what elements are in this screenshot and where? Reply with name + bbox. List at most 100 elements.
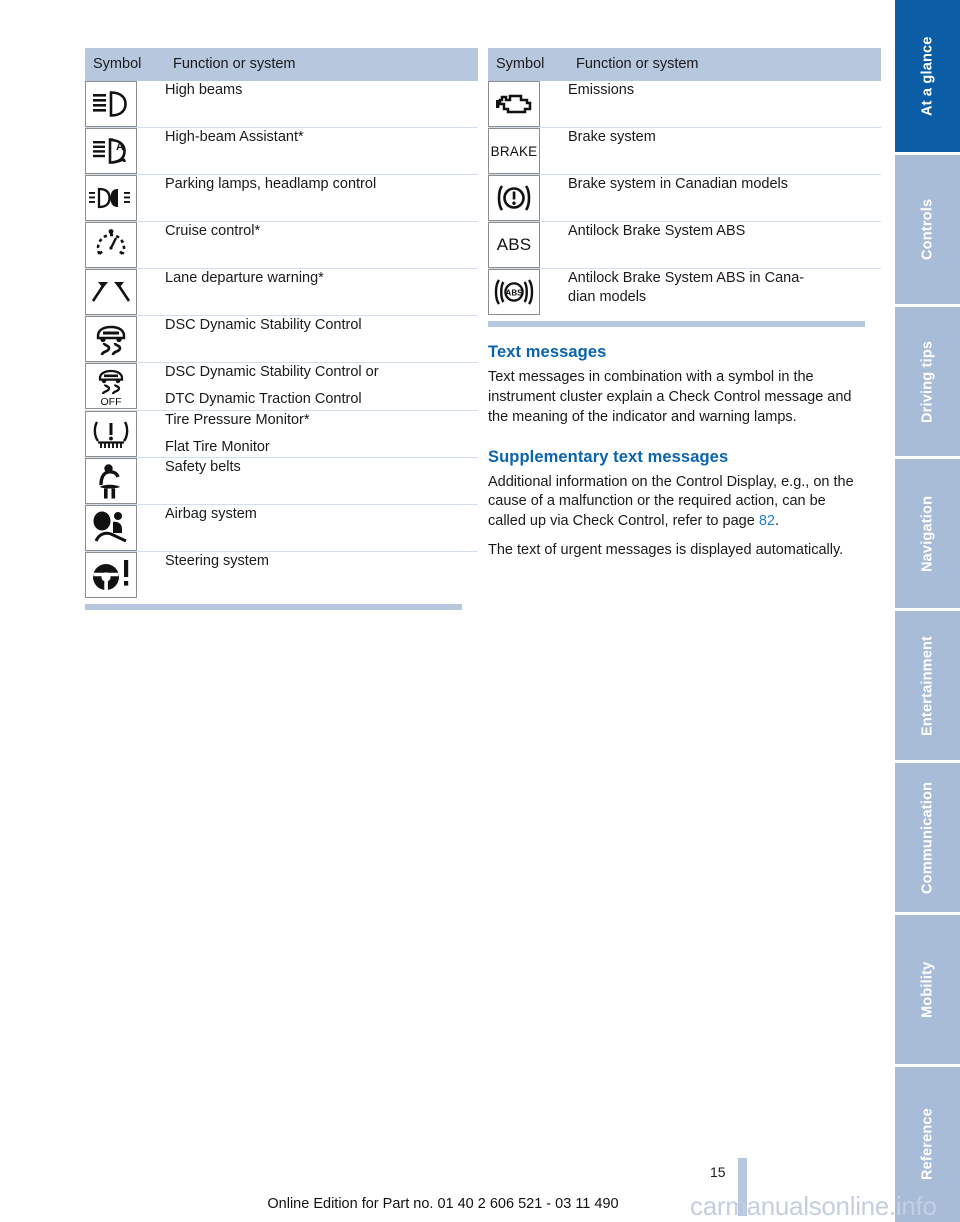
page-reference-link[interactable]: 82 [759,513,775,529]
table-row: Tire Pressure Monitor* Flat Tire Monitor [85,409,478,458]
paragraph-text-messages: Text messages in combination with a symb… [488,369,852,425]
paragraph-urgent-messages: The text of urgent messages is displayed… [488,542,844,559]
abs-icon-text: ABS [496,235,532,254]
table-row: Airbag system [85,504,478,552]
manual-page: Symbol Function or system High beams A H… [0,0,960,1222]
symbol-cell [85,315,165,363]
steering-system-icon [85,552,137,599]
table-row: Cruise control* [85,221,478,269]
tab-driving-tips[interactable]: Driving tips [895,307,960,459]
row-label: Safety belts [165,459,241,476]
function-cell: DSC Dynamic Stability Control or DTC Dyn… [165,362,478,411]
tab-mobility[interactable]: Mobility [895,915,960,1067]
symbol-cell: ABS [488,221,568,269]
row-label: DSC Dynamic Stability Control or [165,364,379,380]
row-label: Antilock Brake System ABS [568,223,746,239]
row-label: Emissions [568,82,635,98]
section-heading-text-messages: Text messages [488,343,607,361]
row-label: Brake system [568,129,656,145]
function-cell: Brake system [568,127,881,175]
row-label: DSC Dynamic Stability Control [165,317,362,333]
brake-icon-text: BRAKE [490,143,538,159]
symbol-cell [488,174,568,222]
tab-label: Navigation [919,495,936,572]
tab-label: At a glance [919,36,936,116]
high-beams-icon [85,81,137,127]
cruise-control-icon [85,222,137,268]
row-label: Airbag system [165,506,257,523]
symbol-cell [85,174,165,222]
function-cell: Antilock Brake System ABS in Cana- dian … [568,268,881,315]
column-header-function: Function or system [568,48,881,81]
function-cell: Tire Pressure Monitor* Flat Tire Monitor [165,409,478,458]
dsc-icon [85,316,137,362]
symbol-cell [85,268,165,316]
left-column: Symbol Function or system High beams A H… [85,48,478,611]
function-cell: Lane departure warning* [165,268,478,316]
table-row: A High-beam Assistant* [85,127,478,175]
row-label: Lane departure warning* [165,270,324,286]
dsc-off-icon: OFF [85,363,137,409]
symbol-cell [85,457,165,505]
table-row: DSC Dynamic Stability Control [85,315,478,363]
function-cell: Airbag system [165,504,478,552]
row-label: Steering system [165,553,269,570]
symbol-cell [85,551,165,599]
row-label: Antilock Brake System ABS in Cana- [568,270,805,286]
tab-label: Entertainment [919,635,936,736]
brake-canadian-icon [488,175,540,221]
tire-pressure-monitor-icon [85,410,137,457]
section-heading-supplementary: Supplementary text messages [488,447,729,466]
table-row: Emissions [488,81,881,128]
symbol-cell: ABS [488,268,568,315]
function-cell: Antilock Brake System ABS [568,221,881,269]
paragraph-supplementary-text: Additional information on the Control Di… [488,473,854,530]
function-cell: High-beam Assistant* [165,127,478,175]
symbol-cell: BRAKE [488,127,568,175]
row-label: Tire Pressure Monitor* [165,411,310,428]
svg-text:A: A [116,141,124,153]
tab-label: Controls [919,198,936,261]
table-row: ABS Antilock Brake System ABS in Cana- d… [488,268,881,315]
function-cell: Steering system [165,551,478,599]
symbol-cell: OFF [85,362,165,411]
symbol-cell [85,221,165,269]
row-label-line2: Flat Tire Monitor [165,438,270,455]
safety-belts-icon [85,458,137,505]
paragraph-supplementary: Additional information on the Control Di… [488,473,865,533]
tab-label: Communication [919,781,936,894]
symbol-cell [85,504,165,552]
row-label-line2: dian models [568,289,647,306]
tab-communication[interactable]: Communication [895,763,960,915]
table-row: Parking lamps, headlamp control [85,174,478,222]
column-header-symbol: Symbol [488,48,568,81]
parking-lamps-icon [85,175,137,221]
symbol-cell: A [85,127,165,175]
table-row: OFF DSC Dynamic Stability Control or DTC… [85,362,478,411]
abs-text-icon: ABS [488,222,540,268]
table-row: BRAKE Brake system [488,127,881,175]
row-label: Parking lamps, headlamp control [165,176,377,192]
airbag-system-icon [85,505,137,552]
column-header-symbol: Symbol [85,48,165,81]
tab-at-a-glance[interactable]: At a glance [895,0,960,155]
row-label: High beams [165,82,243,98]
row-label: Cruise control* [165,223,261,239]
table-header-row: Symbol Function or system [85,48,478,81]
lane-departure-warning-icon [85,269,137,315]
tab-controls[interactable]: Controls [895,155,960,307]
page-number: 15 [710,1164,726,1180]
table-row: High beams [85,81,478,128]
symbol-table-right: Symbol Function or system Emissions BRAK… [488,48,881,315]
function-cell: Safety belts [165,457,478,505]
high-beam-assistant-icon: A [85,128,137,174]
watermark-text: carmanualsonline.info [690,1191,937,1221]
tab-entertainment[interactable]: Entertainment [895,611,960,763]
svg-text:OFF: OFF [101,396,122,407]
row-label: Brake system in Canadian models [568,176,789,192]
tab-label: Driving tips [919,340,936,423]
function-cell: Cruise control* [165,221,478,269]
abs-canadian-icon: ABS [488,269,540,315]
paragraph-supplementary-end: . [774,513,779,530]
tab-navigation[interactable]: Navigation [895,459,960,611]
